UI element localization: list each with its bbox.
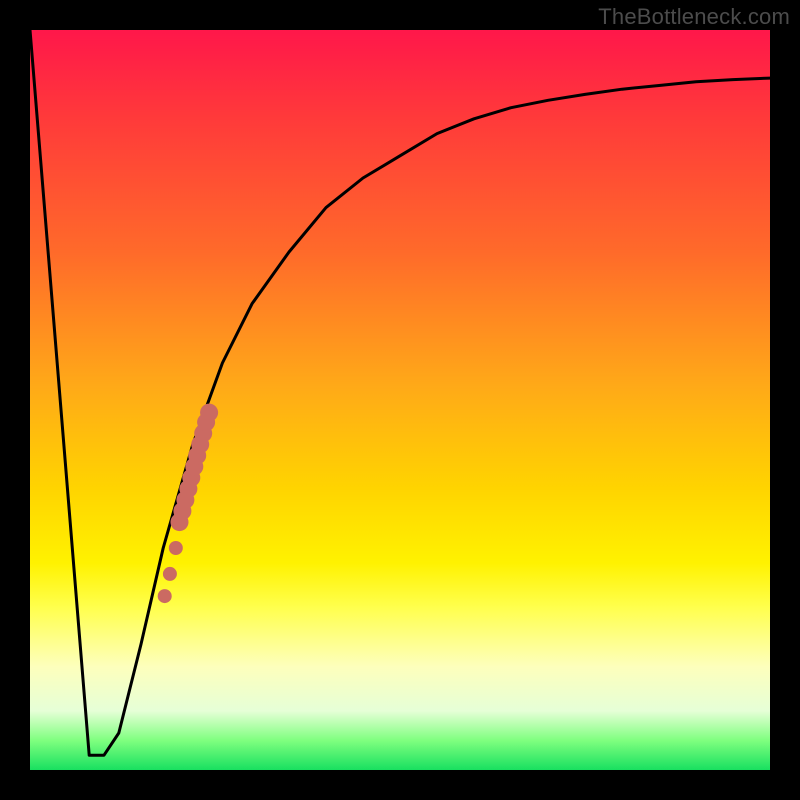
attribution-label: TheBottleneck.com <box>598 4 790 30</box>
plot-gradient-background <box>30 30 770 770</box>
chart-container: TheBottleneck.com <box>0 0 800 800</box>
